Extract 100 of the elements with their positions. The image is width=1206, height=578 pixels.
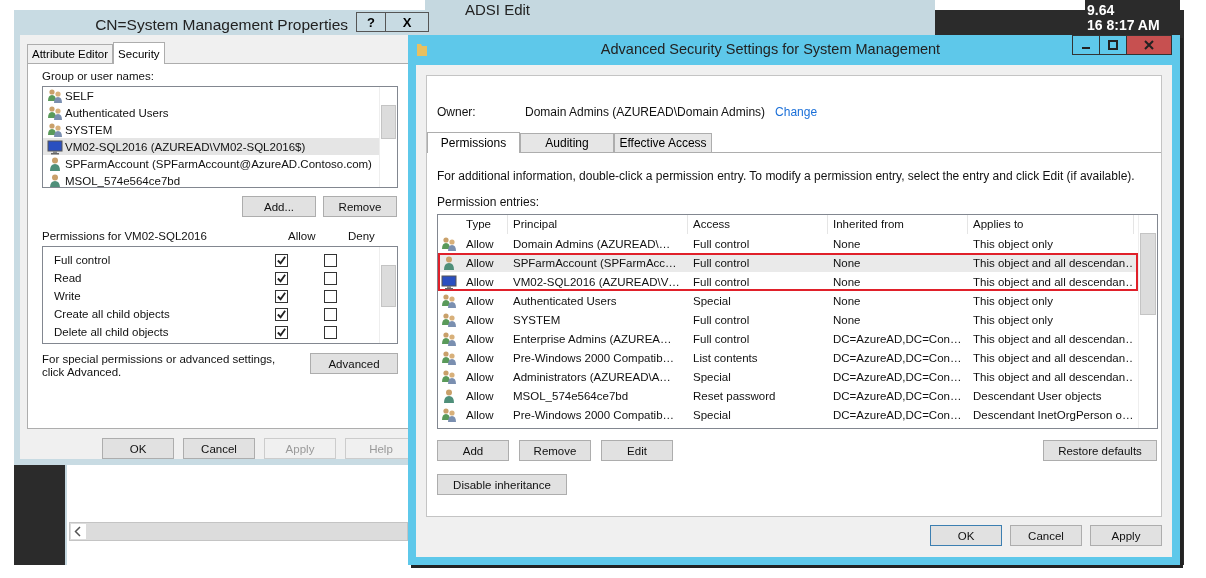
permission-row[interactable]: Allow Administrators (AZUREAD\A… Special DC=AzureAD,DC=Con… This object and all descendan… bbox=[438, 367, 1138, 386]
entry-button[interactable]: Add bbox=[437, 440, 509, 461]
info-text: For additional information, double-click a permission entry. To modify a permission entry, select the entry and click Edit (if available). bbox=[437, 169, 1136, 183]
table-cell-text: None bbox=[832, 256, 862, 269]
owner-label: Owner: bbox=[437, 105, 477, 121]
table-cell-text: Domain Admins (AZUREAD\… bbox=[512, 237, 672, 250]
dialog-button[interactable]: OK bbox=[102, 438, 174, 459]
table-cell-text: Pre-Windows 2000 Compatib… bbox=[512, 351, 676, 364]
section-label: Permission entries: bbox=[437, 195, 541, 209]
table-cell-text: DC=AzureAD,DC=Con… bbox=[832, 389, 963, 402]
dialog-title: Advanced Security Settings for System Management bbox=[599, 40, 942, 57]
table-cell-text: This object and all descendan… bbox=[972, 332, 1134, 345]
table-cell-text: Enterprise Admins (AZUREA… bbox=[512, 332, 673, 345]
help-button[interactable]: ? bbox=[356, 12, 386, 32]
table-cell-text: Full control bbox=[692, 237, 751, 250]
tab[interactable]: Security bbox=[113, 42, 165, 64]
table-cell-text: Descendant User objects bbox=[972, 389, 1103, 402]
table-cell-text: This object and all descendan… bbox=[972, 351, 1134, 364]
tab[interactable]: Auditing bbox=[520, 133, 614, 152]
principal-item[interactable]: VM02-SQL2016 (AZUREAD\VM02-SQL2016$) bbox=[43, 138, 379, 155]
owner-value: Domain Admins (AZUREAD\Domain Admins) bbox=[525, 105, 766, 121]
table-cell-text: Administrators (AZUREAD\A… bbox=[512, 370, 672, 383]
table-cell-text: Descendant InetOrgPerson o… bbox=[972, 408, 1134, 421]
column-header[interactable]: Applies to bbox=[968, 215, 1134, 234]
permission-row[interactable]: Allow Enterprise Admins (AZUREA… Full control DC=AzureAD,DC=Con… This object and all descendan… bbox=[438, 329, 1138, 348]
hint-text: For special permissions or advanced settings, click Advanced. bbox=[42, 353, 277, 379]
column-header: Deny bbox=[348, 230, 376, 244]
dialog-button[interactable]: Cancel bbox=[183, 438, 255, 459]
table-cell-text: Allow bbox=[465, 370, 495, 383]
permission-row[interactable]: Allow SPFarmAccount (SPFarmAcc… Full control None This object and all descendan… bbox=[438, 253, 1138, 272]
table-cell-text: Full control bbox=[692, 313, 751, 326]
table-cell-text: This object only bbox=[972, 237, 1054, 250]
dialog-button[interactable]: Cancel bbox=[1010, 525, 1082, 546]
table-cell-text: Allow bbox=[465, 332, 495, 345]
change-link[interactable]: Change bbox=[775, 105, 818, 121]
table-cell-text: DC=AzureAD,DC=Con… bbox=[832, 351, 963, 364]
table-cell-text: This object only bbox=[972, 313, 1054, 326]
list-button[interactable]: Add... bbox=[242, 196, 316, 217]
column-header[interactable]: Access bbox=[688, 215, 828, 234]
table-cell-text: MSOL_574e564ce7bd bbox=[512, 389, 630, 402]
table-cell-text: This object and all descendan… bbox=[972, 275, 1134, 288]
table-cell-text: Full control bbox=[692, 332, 751, 345]
close-button[interactable]: X bbox=[385, 12, 429, 32]
table-cell-text: SYSTEM bbox=[512, 313, 562, 326]
tab[interactable]: Attribute Editor bbox=[27, 44, 114, 63]
table-cell-text: Pre-Windows 2000 Compatib… bbox=[512, 408, 676, 421]
table-cell-text: Allow bbox=[465, 408, 495, 421]
table-cell-text: Full control bbox=[692, 256, 751, 269]
column-header[interactable]: Principal bbox=[508, 215, 688, 234]
clock-text: 16 8:17 AM bbox=[1087, 17, 1160, 33]
dialog-button[interactable]: Apply bbox=[1090, 525, 1162, 546]
tab[interactable]: Effective Access bbox=[614, 133, 712, 152]
table-cell-text: Special bbox=[692, 294, 732, 307]
table-cell-text: This object only bbox=[972, 294, 1054, 307]
permission-name: Delete all child objects bbox=[53, 326, 170, 338]
section-label: Permissions for VM02-SQL2016 bbox=[42, 230, 208, 244]
dialog-title: CN=System Management Properties bbox=[94, 15, 349, 34]
table-cell-text: DC=AzureAD,DC=Con… bbox=[832, 332, 963, 345]
column-header[interactable]: Inherited from bbox=[828, 215, 968, 234]
permission-row[interactable]: Allow Pre-Windows 2000 Compatib… Special DC=AzureAD,DC=Con… Descendant InetOrgPerson o… bbox=[438, 405, 1138, 424]
column-header[interactable]: Type bbox=[460, 215, 508, 234]
table-cell-text: DC=AzureAD,DC=Con… bbox=[832, 370, 963, 383]
column-header: Allow bbox=[288, 230, 317, 244]
clock-text: 9.64 bbox=[1087, 2, 1115, 18]
principal-item[interactable]: SYSTEM bbox=[43, 121, 379, 138]
permission-name: Write bbox=[53, 290, 82, 302]
table-cell-text: Allow bbox=[465, 237, 495, 250]
permission-row[interactable]: Allow Authenticated Users Special None This object only bbox=[438, 291, 1138, 310]
table-cell-text: None bbox=[832, 275, 862, 288]
table-cell-text: Authenticated Users bbox=[512, 294, 618, 307]
window-title: ADSI Edit bbox=[465, 1, 531, 18]
table-cell-text: List contents bbox=[692, 351, 759, 364]
table-cell-text: Allow bbox=[465, 294, 495, 307]
permission-row[interactable]: Allow Pre-Windows 2000 Compatib… List contents DC=AzureAD,DC=Con… This object and all descendan… bbox=[438, 348, 1138, 367]
permission-row[interactable]: Allow VM02-SQL2016 (AZUREAD\V… Full control None This object and all descendan… bbox=[438, 272, 1138, 291]
permission-name: Read bbox=[53, 272, 83, 284]
principal-item[interactable]: MSOL_574e564ce7bd bbox=[43, 172, 379, 187]
disable-inheritance-button[interactable]: Disable inheritance bbox=[437, 474, 567, 495]
principal-item[interactable]: SPFarmAccount (SPFarmAccount@AzureAD.Contoso.com) bbox=[43, 155, 379, 172]
tab[interactable]: Permissions bbox=[427, 132, 520, 153]
table-cell-text: SPFarmAccount (SPFarmAcc… bbox=[512, 256, 678, 269]
principal-item[interactable]: Authenticated Users bbox=[43, 104, 379, 121]
table-cell-text: VM02-SQL2016 (AZUREAD\V… bbox=[512, 275, 681, 288]
table-cell-text: DC=AzureAD,DC=Con… bbox=[832, 408, 963, 421]
table-cell-text: None bbox=[832, 294, 862, 307]
table-cell-text: Allow bbox=[465, 256, 495, 269]
principal-item[interactable]: SELF bbox=[43, 87, 379, 104]
permission-name: Full control bbox=[53, 254, 112, 266]
permission-row[interactable]: Allow MSOL_574e564ce7bd Reset password DC=AzureAD,DC=Con… Descendant User objects bbox=[438, 386, 1138, 405]
table-cell-text: Special bbox=[692, 370, 732, 383]
permission-row[interactable]: Allow SYSTEM Full control None This object only bbox=[438, 310, 1138, 329]
permission-row[interactable]: Allow Domain Admins (AZUREAD\… Full control None This object only bbox=[438, 234, 1138, 253]
dialog-button[interactable]: OK bbox=[930, 525, 1002, 546]
permission-name: Create all child objects bbox=[53, 308, 171, 320]
entry-button[interactable]: Edit bbox=[601, 440, 673, 461]
entry-button[interactable]: Remove bbox=[519, 440, 591, 461]
table-cell-text: This object and all descendan… bbox=[972, 370, 1134, 383]
advanced-button[interactable]: Advanced bbox=[310, 353, 398, 374]
restore-defaults-button[interactable]: Restore defaults bbox=[1043, 440, 1157, 461]
list-button[interactable]: Remove bbox=[323, 196, 397, 217]
